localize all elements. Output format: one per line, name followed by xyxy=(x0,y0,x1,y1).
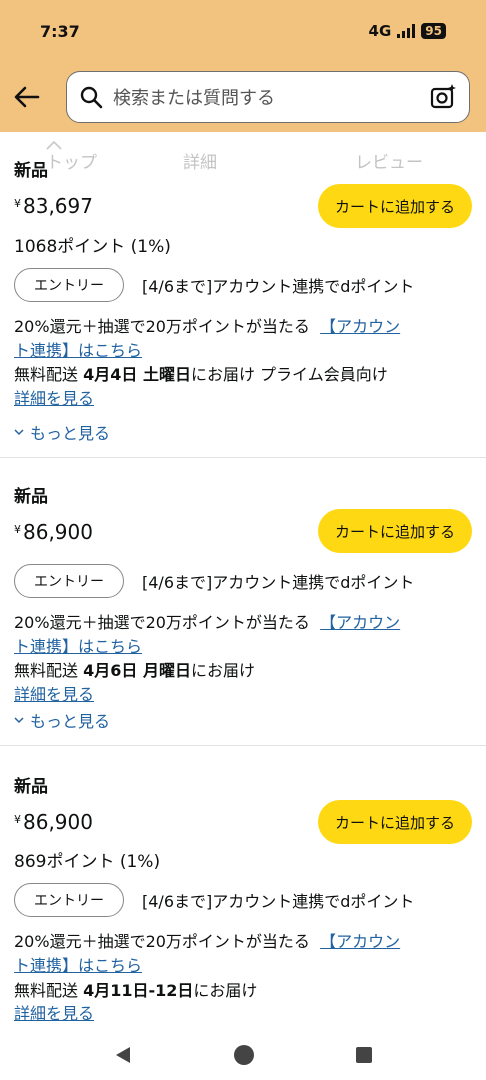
entry-button[interactable]: エントリー xyxy=(14,564,124,598)
delivery-suffix: にお届け xyxy=(193,981,258,1000)
entry-button[interactable]: エントリー xyxy=(14,883,124,917)
details-link[interactable]: 詳細を見る xyxy=(14,1002,94,1026)
battery-icon: 95 xyxy=(421,23,446,39)
network-type: 4G xyxy=(368,22,392,40)
details-link[interactable]: 詳細を見る xyxy=(14,683,94,707)
chevron-down-icon xyxy=(14,717,24,724)
offer-condition: 新品 xyxy=(14,487,48,507)
delivery-prefix: 無料配送 xyxy=(14,981,79,1000)
price-value: 83,697 xyxy=(23,194,93,218)
offer-price: ¥86,900 xyxy=(14,520,93,544)
offer-condition: 新品 xyxy=(14,161,48,181)
delivery-info: 無料配送 4月6日 月曜日にお届け xyxy=(14,659,255,683)
offer-card: 新品 ¥86,900 カートに追加する 869ポイント (1%) エントリー [… xyxy=(0,746,486,1030)
back-button[interactable] xyxy=(14,84,40,110)
offer-card: 新品 ¥86,900 カートに追加する エントリー [4/6まで]アカウント連携… xyxy=(0,458,486,746)
show-more-label: もっと見る xyxy=(30,424,111,443)
nav-home-icon[interactable] xyxy=(233,1044,255,1066)
offer-points: 869ポイント (1%) xyxy=(14,852,161,872)
show-more-label: もっと見る xyxy=(30,712,111,731)
system-nav-bar xyxy=(0,1030,486,1080)
promo-headline: [4/6まで]アカウント連携でdポイント xyxy=(142,892,415,911)
promo-headline: [4/6まで]アカウント連携でdポイント xyxy=(142,277,415,296)
account-link-cont[interactable]: ト連携】はこちら xyxy=(14,637,142,656)
delivery-suffix: にお届け xyxy=(190,661,255,680)
entry-row: エントリー [4/6まで]アカウント連携でdポイント xyxy=(14,564,414,598)
promo-description: 20%還元＋抽選で20万ポイントが当たる xyxy=(14,613,310,632)
camera-search-icon[interactable] xyxy=(429,83,457,111)
search-placeholder: 検索または質問する xyxy=(113,88,275,109)
nav-recents-icon[interactable] xyxy=(355,1046,373,1064)
chevron-down-icon xyxy=(14,429,24,436)
delivery-date: 4月6日 月曜日 xyxy=(83,661,191,680)
add-to-cart-button[interactable]: カートに追加する xyxy=(318,509,472,553)
account-link[interactable]: 【アカウン xyxy=(320,317,400,336)
add-to-cart-button[interactable]: カートに追加する xyxy=(318,184,472,228)
promo-description: 20%還元＋抽選で20万ポイントが当たる xyxy=(14,932,310,951)
account-link-cont[interactable]: ト連携】はこちら xyxy=(14,956,142,975)
signal-icon xyxy=(397,24,416,38)
promo-text: 20%還元＋抽選で20万ポイントが当たる 【アカウン ト連携】はこちら xyxy=(14,611,474,659)
nav-back-icon[interactable] xyxy=(113,1045,133,1065)
promo-description: 20%還元＋抽選で20万ポイントが当たる xyxy=(14,317,310,336)
promo-headline: [4/6まで]アカウント連携でdポイント xyxy=(142,573,415,592)
currency-symbol: ¥ xyxy=(14,197,21,210)
entry-row: エントリー [4/6まで]アカウント連携でdポイント xyxy=(14,883,414,917)
promo-text: 20%還元＋抽選で20万ポイントが当たる 【アカウン ト連携】はこちら xyxy=(14,930,474,978)
currency-symbol: ¥ xyxy=(14,813,21,826)
app-header: 検索または質問する xyxy=(0,62,486,132)
search-icon xyxy=(80,86,103,109)
entry-row: エントリー [4/6まで]アカウント連携でdポイント xyxy=(14,268,414,302)
add-to-cart-button[interactable]: カートに追加する xyxy=(318,800,472,844)
delivery-info: 無料配送 4月11日-12日にお届け xyxy=(14,979,257,1003)
delivery-date: 4月11日-12日 xyxy=(83,981,194,1000)
account-link[interactable]: 【アカウン xyxy=(320,613,400,632)
back-arrow-icon xyxy=(14,86,40,108)
offer-price: ¥86,900 xyxy=(14,810,93,834)
account-link-cont[interactable]: ト連携】はこちら xyxy=(14,341,142,360)
details-link[interactable]: 詳細を見る xyxy=(14,387,94,411)
price-value: 86,900 xyxy=(23,810,93,834)
offer-price: ¥83,697 xyxy=(14,194,93,218)
offer-points: 1068ポイント (1%) xyxy=(14,237,171,257)
delivery-info: 無料配送 4月4日 土曜日にお届け プライム会員向け xyxy=(14,363,388,387)
promo-text: 20%還元＋抽選で20万ポイントが当たる 【アカウン ト連携】はこちら xyxy=(14,315,474,363)
currency-symbol: ¥ xyxy=(14,523,21,536)
delivery-prefix: 無料配送 xyxy=(14,661,79,680)
status-bar: 7:37 4G 95 xyxy=(0,0,486,62)
price-value: 86,900 xyxy=(23,520,93,544)
offer-card: 新品 ¥83,697 カートに追加する 1068ポイント (1%) エントリー … xyxy=(0,150,486,458)
show-more-button[interactable]: もっと見る xyxy=(14,420,110,444)
entry-button[interactable]: エントリー xyxy=(14,268,124,302)
delivery-date: 4月4日 土曜日 xyxy=(83,365,191,384)
delivery-prefix: 無料配送 xyxy=(14,365,79,384)
show-more-button[interactable]: もっと見る xyxy=(14,708,110,732)
offer-condition: 新品 xyxy=(14,777,48,797)
status-indicators: 4G 95 xyxy=(369,22,446,40)
account-link[interactable]: 【アカウン xyxy=(320,932,400,951)
delivery-suffix: にお届け プライム会員向け xyxy=(190,365,388,384)
search-input[interactable]: 検索または質問する xyxy=(66,71,470,123)
status-time: 7:37 xyxy=(40,21,80,41)
